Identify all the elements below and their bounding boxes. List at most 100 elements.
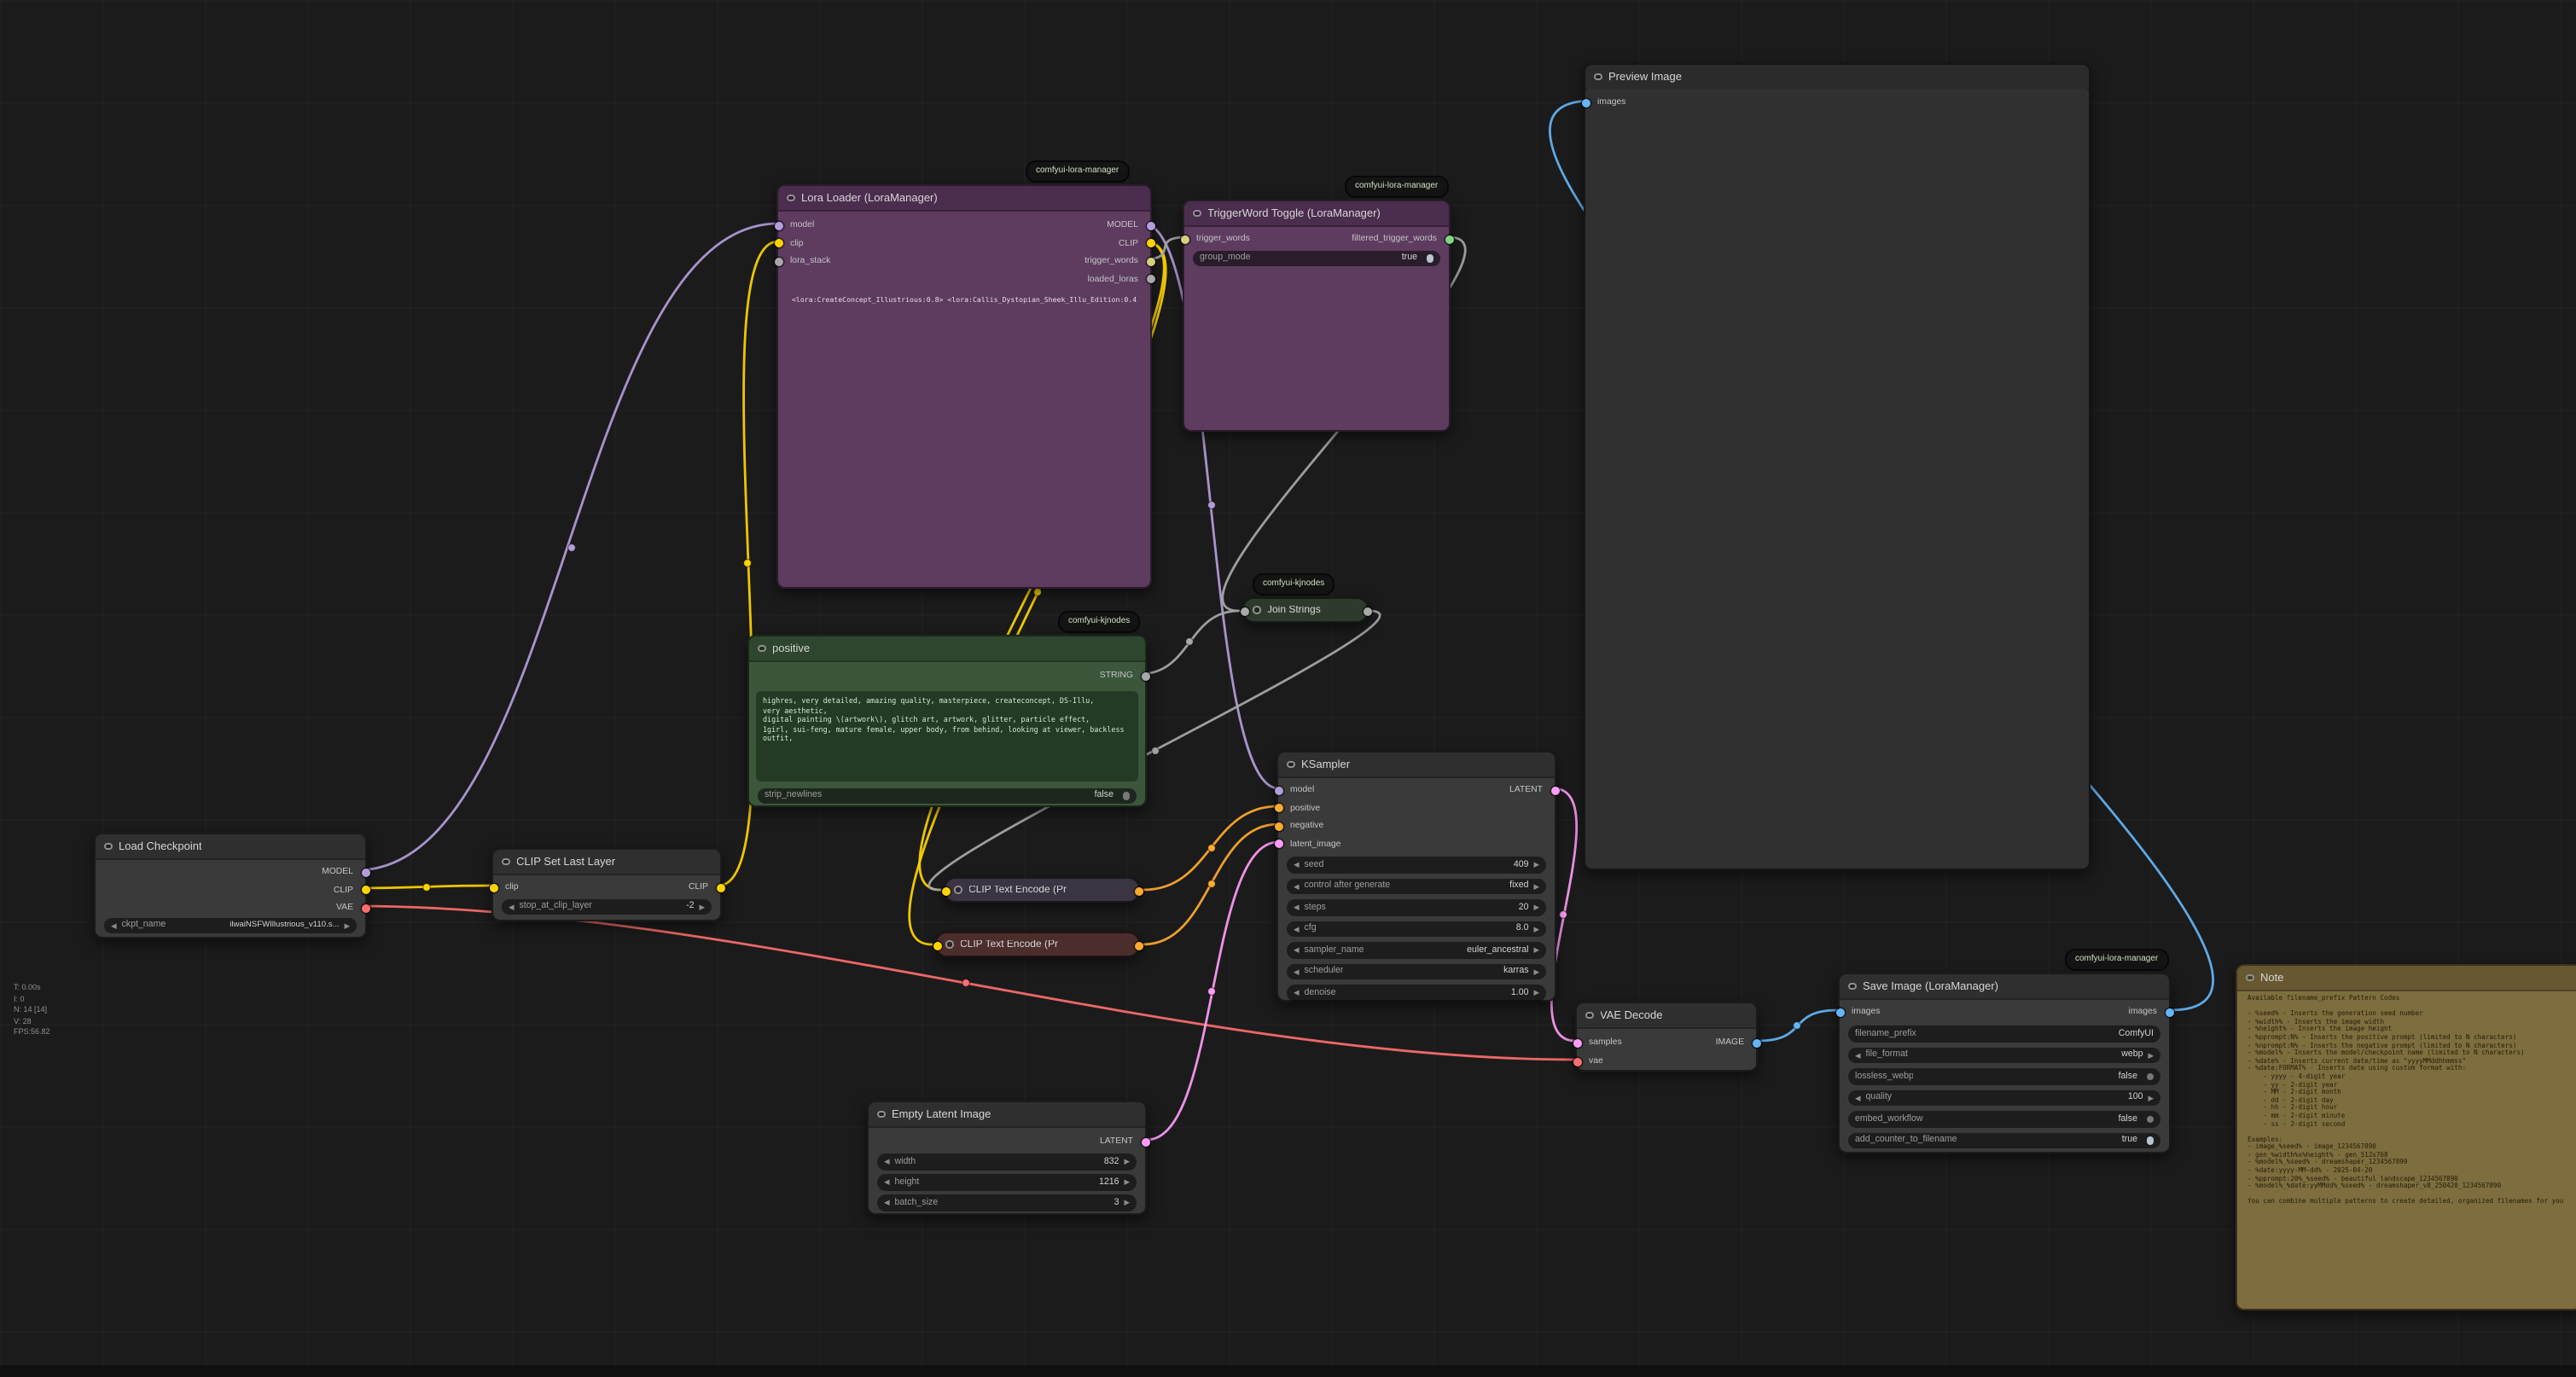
decrement-arrow-icon[interactable]: ◀: [1294, 857, 1299, 873]
decrement-arrow-icon[interactable]: ◀: [1294, 985, 1299, 1001]
node-status-dot[interactable]: [1253, 607, 1260, 614]
decrement-arrow-icon[interactable]: ◀: [509, 898, 514, 915]
widget-batch-size[interactable]: ◀ batch_size 3 ▶: [877, 1194, 1137, 1211]
decrement-arrow-icon[interactable]: ◀: [884, 1174, 889, 1190]
node-header[interactable]: CLIP Text Encode (Pr: [945, 879, 1138, 901]
node-positive-prompt[interactable]: positive STRING highres, very detailed, …: [747, 635, 1147, 807]
output-pin-model[interactable]: [1146, 221, 1154, 230]
toggle-dot-icon[interactable]: [2146, 1136, 2154, 1144]
input-pin-clip[interactable]: [774, 239, 782, 247]
node-ksampler[interactable]: KSampler model positive negative latent_…: [1276, 751, 1556, 1002]
node-header[interactable]: Note: [2237, 966, 2576, 991]
node-status-dot[interactable]: [758, 645, 765, 653]
node-header[interactable]: Empty Latent Image: [869, 1102, 1145, 1128]
node-status-dot[interactable]: [502, 858, 509, 866]
toggle-dot-icon[interactable]: [2146, 1115, 2154, 1123]
node-load-checkpoint[interactable]: Load Checkpoint MODEL CLIP VAE ◀ ckpt_na…: [94, 833, 367, 938]
node-header[interactable]: positive: [749, 636, 1145, 662]
decrement-arrow-icon[interactable]: ◀: [884, 1153, 889, 1170]
widget-add-counter-to-filename[interactable]: add_counter_to_filename true: [1848, 1132, 2160, 1148]
input-pin-trigger-words[interactable]: [1180, 235, 1189, 243]
node-status-dot[interactable]: [2246, 974, 2253, 982]
output-pin-trigger-words[interactable]: [1146, 257, 1154, 265]
node-status-dot[interactable]: [1594, 73, 1602, 81]
decrement-arrow-icon[interactable]: ◀: [884, 1194, 889, 1211]
input-pin-negative[interactable]: [1274, 822, 1282, 830]
node-header[interactable]: CLIP Text Encode (Pr: [937, 933, 1138, 956]
node-note[interactable]: Note Available filename_prefix Pattern C…: [2236, 964, 2576, 1310]
widget-control-after-generate[interactable]: ◀ control after generate fixed ▶: [1287, 878, 1546, 894]
node-triggerword-toggle[interactable]: TriggerWord Toggle (LoraManager) trigger…: [1183, 200, 1451, 432]
decrement-arrow-icon[interactable]: ◀: [1855, 1047, 1860, 1063]
output-pin-loaded-loras[interactable]: [1146, 275, 1154, 283]
input-pin-clip[interactable]: [489, 883, 497, 892]
node-status-dot[interactable]: [104, 843, 112, 851]
increment-arrow-icon[interactable]: ▶: [1534, 942, 1539, 958]
lora-selection-text[interactable]: <lora:CreateConcept_Illustrious:0.8> <lo…: [792, 295, 1137, 304]
input-pin-positive[interactable]: [1274, 804, 1282, 812]
node-status-dot[interactable]: [945, 941, 953, 949]
output-pin-model[interactable]: [361, 868, 369, 876]
node-header[interactable]: Join Strings: [1244, 599, 1367, 621]
input-pin-collapsed[interactable]: [933, 942, 941, 950]
node-status-dot[interactable]: [1193, 210, 1201, 218]
node-header[interactable]: Lora Loader (LoraManager): [778, 186, 1150, 212]
input-pin-latent-image[interactable]: [1274, 840, 1282, 848]
output-pin-collapsed[interactable]: [1134, 887, 1143, 896]
widget-stop-at-clip-layer[interactable]: ◀ stop_at_clip_layer -2 ▶: [502, 898, 712, 915]
input-pin-model[interactable]: [774, 221, 782, 230]
output-pin-clip[interactable]: [361, 886, 369, 894]
increment-arrow-icon[interactable]: ▶: [2149, 1047, 2154, 1063]
note-body-text[interactable]: Available filename_prefix Pattern Codes …: [2247, 995, 2570, 1300]
node-status-dot[interactable]: [877, 1111, 885, 1118]
toggle-dot-icon[interactable]: [2146, 1072, 2154, 1080]
input-pin-samples[interactable]: [1573, 1038, 1581, 1047]
node-vae-decode[interactable]: VAE Decode samples vae IMAGE: [1575, 1002, 1758, 1072]
widget-width[interactable]: ◀ width 832 ▶: [877, 1153, 1137, 1170]
widget-height[interactable]: ◀ height 1216 ▶: [877, 1174, 1137, 1190]
node-clip-text-encode-negative[interactable]: CLIP Text Encode (Pr: [935, 932, 1140, 957]
decrement-arrow-icon[interactable]: ◀: [1855, 1089, 1860, 1106]
node-status-dot[interactable]: [954, 886, 962, 894]
node-status-dot[interactable]: [1287, 761, 1294, 769]
widget-sampler-name[interactable]: ◀ sampler_name euler_ancestral ▶: [1287, 942, 1546, 958]
increment-arrow-icon[interactable]: ▶: [1534, 878, 1539, 894]
widget-steps[interactable]: ◀ steps 20 ▶: [1287, 899, 1546, 915]
output-pin-latent[interactable]: [1141, 1137, 1149, 1146]
increment-arrow-icon[interactable]: ▶: [1534, 857, 1539, 873]
output-pin-image[interactable]: [1752, 1038, 1760, 1047]
widget-embed-workflow[interactable]: embed_workflow false: [1848, 1111, 2160, 1127]
decrement-arrow-icon[interactable]: ◀: [1294, 942, 1299, 958]
node-header[interactable]: Save Image (LoraManager): [1840, 974, 2169, 1000]
output-pin-collapsed[interactable]: [1134, 942, 1143, 950]
comfyui-graph-canvas[interactable]: Preview Image images comfyui-lora-manage…: [0, 0, 2576, 1376]
widget-group-mode[interactable]: group_mode true: [1193, 250, 1440, 266]
output-pin-vae[interactable]: [361, 903, 369, 912]
decrement-arrow-icon[interactable]: ◀: [1294, 899, 1299, 915]
input-pin-images[interactable]: [1835, 1008, 1844, 1016]
increment-arrow-icon[interactable]: ▶: [1125, 1194, 1130, 1211]
output-pin-clip[interactable]: [716, 883, 724, 892]
node-status-dot[interactable]: [1585, 1012, 1593, 1020]
input-pin-lora-stack[interactable]: [774, 257, 782, 265]
node-join-strings[interactable]: Join Strings: [1242, 597, 1369, 623]
decrement-arrow-icon[interactable]: ◀: [1294, 921, 1299, 937]
decrement-arrow-icon[interactable]: ◀: [1294, 963, 1299, 979]
increment-arrow-icon[interactable]: ▶: [700, 898, 705, 915]
output-pin-filtered-trigger-words[interactable]: [1445, 235, 1453, 243]
node-preview-image[interactable]: Preview Image images: [1584, 63, 2090, 870]
node-header[interactable]: VAE Decode: [1577, 1003, 1756, 1029]
widget-seed[interactable]: ◀ seed 409 ▶: [1287, 857, 1546, 873]
decrement-arrow-icon[interactable]: ◀: [111, 917, 116, 933]
node-header[interactable]: KSampler: [1278, 752, 1555, 778]
node-empty-latent-image[interactable]: Empty Latent Image LATENT ◀ width 832 ▶ …: [867, 1101, 1147, 1215]
output-pin-string[interactable]: [1141, 671, 1149, 680]
node-lora-loader[interactable]: Lora Loader (LoraManager) model clip lor…: [776, 184, 1152, 589]
increment-arrow-icon[interactable]: ▶: [345, 917, 350, 933]
output-pin-latent[interactable]: [1550, 786, 1559, 794]
widget-filename-prefix[interactable]: filename_prefix ComfyUI: [1848, 1025, 2160, 1042]
output-pin-images[interactable]: [2165, 1008, 2173, 1016]
node-save-image[interactable]: Save Image (LoraManager) images images f…: [1838, 973, 2171, 1153]
increment-arrow-icon[interactable]: ▶: [1125, 1153, 1130, 1170]
prompt-textarea[interactable]: highres, very detailed, amazing quality,…: [756, 691, 1138, 781]
